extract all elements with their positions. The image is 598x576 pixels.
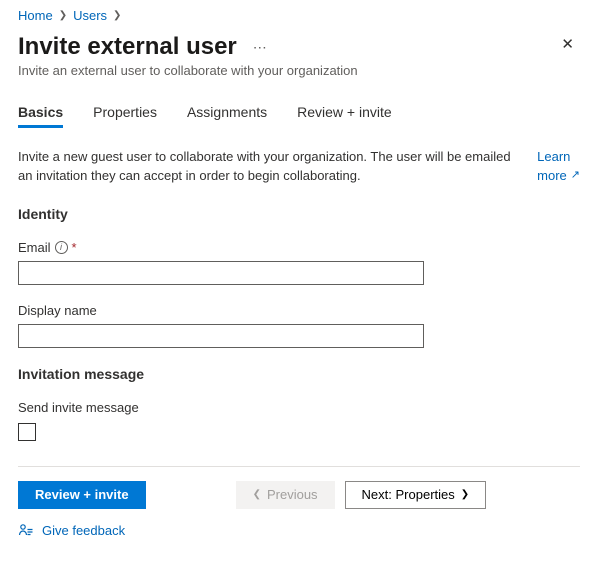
close-button[interactable]: ✕	[555, 33, 580, 56]
chevron-right-icon: ❯	[461, 489, 469, 500]
chevron-right-icon: ❯	[59, 10, 67, 21]
learn-more-link[interactable]: Learn more ↗	[537, 148, 580, 186]
tab-properties[interactable]: Properties	[93, 100, 157, 128]
learn-more-text-2: more	[537, 167, 567, 186]
identity-heading: Identity	[18, 206, 580, 222]
close-icon: ✕	[561, 36, 574, 53]
page-title: Invite external user	[18, 33, 237, 61]
previous-label: Previous	[267, 487, 318, 502]
next-label: Next: Properties	[362, 487, 455, 502]
send-invite-checkbox[interactable]	[18, 423, 36, 441]
chevron-left-icon: ❮	[253, 489, 261, 500]
email-label: Email	[18, 240, 51, 255]
chevron-right-icon: ❯	[113, 10, 121, 21]
send-invite-label: Send invite message	[18, 400, 139, 415]
invitation-heading: Invitation message	[18, 366, 580, 382]
breadcrumb-users[interactable]: Users	[73, 8, 107, 23]
page-subtitle: Invite an external user to collaborate w…	[18, 63, 580, 78]
tab-bar: Basics Properties Assignments Review + i…	[18, 100, 580, 128]
tab-review-invite[interactable]: Review + invite	[297, 100, 392, 128]
info-icon[interactable]: i	[55, 241, 68, 254]
more-actions-button[interactable]: ⋯	[249, 39, 272, 56]
learn-more-text-1: Learn	[537, 148, 570, 167]
footer-separator	[18, 466, 580, 467]
external-link-icon: ↗	[571, 168, 580, 184]
breadcrumb-home[interactable]: Home	[18, 8, 53, 23]
feedback-label: Give feedback	[42, 523, 125, 538]
review-invite-button[interactable]: Review + invite	[18, 481, 146, 509]
display-name-field[interactable]	[18, 324, 424, 348]
review-invite-label: Review + invite	[35, 487, 129, 502]
intro-text: Invite a new guest user to collaborate w…	[18, 148, 521, 186]
email-field[interactable]	[18, 261, 424, 285]
display-name-label: Display name	[18, 303, 97, 318]
required-indicator: *	[72, 240, 77, 255]
breadcrumb: Home ❯ Users ❯	[18, 8, 580, 23]
next-button[interactable]: Next: Properties ❯	[345, 481, 487, 509]
feedback-icon	[18, 523, 34, 539]
previous-button: ❮ Previous	[236, 481, 335, 509]
tab-assignments[interactable]: Assignments	[187, 100, 267, 128]
give-feedback-link[interactable]: Give feedback	[18, 523, 125, 539]
tab-basics[interactable]: Basics	[18, 100, 63, 128]
